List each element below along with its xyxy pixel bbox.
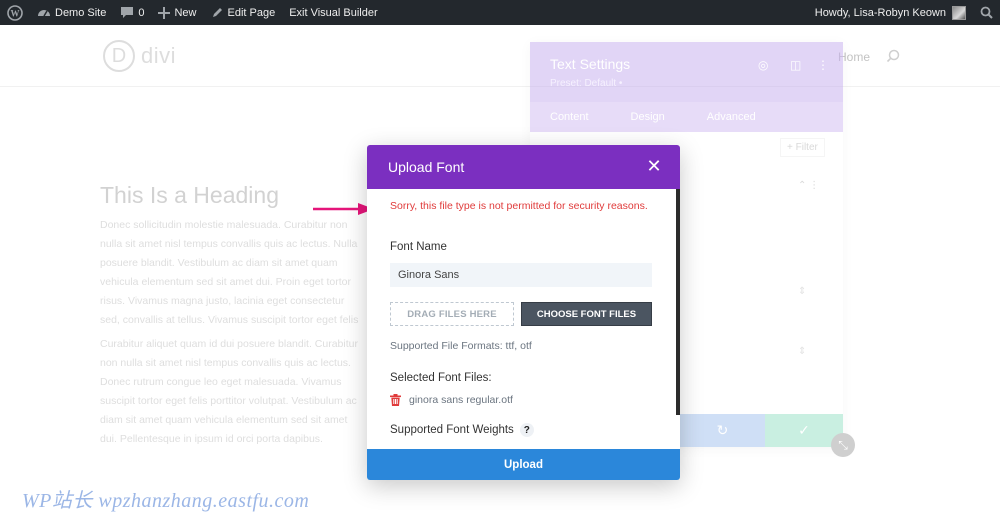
- text-settings-header: Text Settings Preset: Default • ◎ ◫ ⋮: [530, 42, 843, 102]
- admin-bar: W Demo Site 0 New Edit Page Exit Visual …: [0, 0, 1000, 25]
- comment-icon: [121, 7, 134, 18]
- tab-content[interactable]: Content: [550, 111, 589, 123]
- watermark-text: WP站长 wpzhanzhang.eastfu.com: [22, 490, 310, 512]
- check-icon: ✓: [798, 422, 810, 438]
- edit-page-link[interactable]: Edit Page: [204, 0, 283, 25]
- body-paragraph: Curabitur aliquet quam id dui posuere bl…: [100, 338, 358, 445]
- font-name-input[interactable]: [390, 263, 652, 287]
- close-icon[interactable]: ✕: [645, 157, 663, 175]
- logo-text: divi: [141, 43, 177, 68]
- font-weights-text: Supported Font Weights: [390, 424, 514, 436]
- dashboard-icon: [38, 9, 50, 16]
- exit-builder-label: Exit Visual Builder: [289, 6, 378, 19]
- font-weights-label: Supported Font Weights ?: [390, 423, 534, 437]
- redo-icon: ↻: [716, 422, 729, 438]
- modal-scrollbar[interactable]: [676, 189, 680, 415]
- site-name: Demo Site: [55, 6, 107, 19]
- logo-mark: D: [103, 40, 135, 72]
- site-menu[interactable]: Demo Site: [30, 0, 113, 25]
- svg-text:W: W: [11, 8, 20, 18]
- modal-title: Upload Font: [388, 159, 465, 175]
- new-label: New: [174, 6, 197, 19]
- resize-handle-icon[interactable]: ⤡: [831, 433, 855, 457]
- selected-file-name: ginora sans regular.otf: [409, 394, 513, 406]
- upload-font-modal: Upload Font ✕ Sorry, this file type is n…: [367, 145, 680, 480]
- search-icon: [980, 6, 993, 19]
- tab-advanced[interactable]: Advanced: [707, 111, 756, 123]
- error-message: Sorry, this file type is not permitted f…: [390, 200, 648, 212]
- edit-page-label: Edit Page: [227, 6, 276, 19]
- page-heading: This Is a Heading: [100, 182, 279, 208]
- select-chevron-icon[interactable]: ⇕: [798, 346, 806, 357]
- admin-search-button[interactable]: [973, 0, 1000, 25]
- admin-bar-right: Howdy, Lisa-Robyn Keown: [808, 0, 1000, 25]
- redo-button[interactable]: ↻: [680, 414, 765, 447]
- nav-search-icon[interactable]: [886, 49, 900, 68]
- focus-icon[interactable]: ◎: [758, 58, 768, 72]
- greeting: Howdy, Lisa-Robyn Keown: [814, 6, 946, 19]
- help-icon[interactable]: ?: [519, 423, 534, 437]
- account-menu[interactable]: Howdy, Lisa-Robyn Keown: [808, 0, 973, 25]
- avatar: [952, 5, 966, 20]
- tab-design[interactable]: Design: [631, 111, 665, 123]
- trash-icon[interactable]: [390, 394, 401, 406]
- choose-font-files-button[interactable]: CHOOSE FONT FILES: [521, 302, 652, 326]
- modal-body: Sorry, this file type is not permitted f…: [367, 189, 677, 449]
- selected-file-item: ginora sans regular.otf: [390, 394, 513, 406]
- comments-count: 0: [138, 6, 145, 19]
- selected-files-label: Selected Font Files:: [390, 372, 492, 384]
- upload-button[interactable]: Upload: [367, 449, 680, 480]
- preset-selector[interactable]: Preset: Default •: [550, 78, 622, 89]
- select-chevron-icon[interactable]: ⇕: [798, 286, 806, 297]
- text-settings-title: Text Settings: [550, 56, 631, 72]
- new-menu[interactable]: New: [151, 0, 203, 25]
- font-name-label: Font Name: [390, 241, 447, 253]
- text-settings-footer: ↻ ✓: [680, 414, 843, 447]
- collapse-chevron-icon[interactable]: ⌃ ⋮: [798, 180, 819, 191]
- split-view-icon[interactable]: ◫: [790, 58, 801, 72]
- drag-files-dropzone[interactable]: DRAG FILES HERE: [390, 302, 514, 326]
- comments-menu[interactable]: 0: [113, 0, 151, 25]
- more-options-icon[interactable]: ⋮: [817, 58, 829, 72]
- wordpress-logo-icon[interactable]: W: [0, 0, 30, 25]
- exit-visual-builder-link[interactable]: Exit Visual Builder: [282, 0, 384, 25]
- pencil-icon: [212, 8, 222, 17]
- text-settings-tabs: Content Design Advanced: [530, 102, 843, 132]
- plus-icon: [158, 6, 171, 19]
- supported-formats-text: Supported File Formats: ttf, otf: [390, 340, 532, 352]
- site-logo[interactable]: D divi: [103, 40, 176, 72]
- modal-header: Upload Font ✕: [367, 145, 680, 189]
- filter-button[interactable]: + Filter: [780, 138, 825, 157]
- body-paragraph: Donec sollicitudin molestie malesuada. C…: [100, 219, 359, 326]
